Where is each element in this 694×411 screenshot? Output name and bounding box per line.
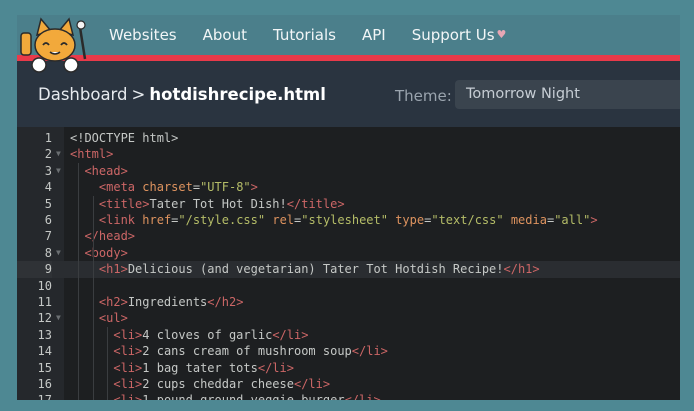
line-number: 2 <box>44 147 52 162</box>
theme-select[interactable]: Tomorrow Night <box>455 80 680 109</box>
line-number: 13 <box>37 327 52 342</box>
code-line[interactable]: 8 ▼ <body> <box>17 245 680 261</box>
code-line[interactable]: 16 <li>2 cups cheddar cheese</li> <box>17 376 680 392</box>
code-line[interactable]: 3 ▼ <head> <box>17 163 680 179</box>
code-text: <li>1 pound ground veggie burger</li> <box>70 392 380 400</box>
code-line[interactable]: 12 ▼ <ul> <box>17 310 680 326</box>
code-line[interactable]: 6 <link href="/style.css" rel="styleshee… <box>17 212 680 228</box>
code-editor[interactable]: 1 <!DOCTYPE html> 2 ▼ <html> 3 ▼ <head> 4 <meta… <box>17 127 680 400</box>
code-text: <html> <box>70 147 114 162</box>
nav-link-support-label: Support Us <box>411 26 495 44</box>
code-text: <link href="/style.css" rel="stylesheet"… <box>98 213 598 227</box>
code-line[interactable]: 9 <h1>Delicious (and vegetarian) Tater T… <box>17 261 680 278</box>
code-text: <!DOCTYPE html> <box>70 131 179 145</box>
nav-links: Websites About Tutorials API Support Us ♥ <box>109 15 506 55</box>
code-line[interactable]: 11 <h2>Ingredients</h2> <box>17 294 680 310</box>
breadcrumb: Dashboard > hotdishrecipe.html <box>38 85 326 104</box>
breadcrumb-dashboard[interactable]: Dashboard <box>38 85 128 104</box>
nav-link-tutorials[interactable]: Tutorials <box>273 26 336 44</box>
line-number: 12 <box>37 311 52 326</box>
line-number: 6 <box>44 213 52 227</box>
top-navbar: Websites About Tutorials API Support Us ♥ <box>17 15 680 55</box>
nav-link-api[interactable]: API <box>362 26 386 44</box>
line-number: 10 <box>37 278 52 293</box>
code-text: </head> <box>84 229 136 244</box>
code-text: <h1>Delicious (and vegetarian) Tater Tot… <box>98 262 540 277</box>
code-text: <li>2 cans cream of mushroom soup</li> <box>113 344 388 359</box>
line-number: 17 <box>17 392 52 400</box>
editor-window: Websites About Tutorials API Support Us ♥… <box>17 15 680 400</box>
code-line[interactable]: 2 ▼ <html> <box>17 146 680 162</box>
line-number: 14 <box>37 344 52 359</box>
heart-icon: ♥ <box>496 28 507 41</box>
nav-link-websites[interactable]: Websites <box>109 26 177 44</box>
line-number: 7 <box>44 229 52 244</box>
code-line[interactable]: 10 <box>17 278 680 294</box>
code-line[interactable]: 13 <li>4 cloves of garlic</li> <box>17 327 680 343</box>
line-number: 5 <box>44 196 52 211</box>
code-text: <li>1 bag tater tots</li> <box>113 360 294 375</box>
line-number: 1 <box>44 131 52 145</box>
fold-toggle-icon[interactable]: ▼ <box>56 163 61 179</box>
fold-toggle-icon[interactable]: ▼ <box>56 310 61 326</box>
theme-label: Theme: <box>395 87 452 105</box>
code-line[interactable]: 4 <meta charset="UTF-8"> <box>17 179 680 195</box>
line-number: 15 <box>37 360 52 375</box>
code-line[interactable]: 15 <li>1 bag tater tots</li> <box>17 360 680 376</box>
code-text: <li>2 cups cheddar cheese</li> <box>113 377 331 391</box>
line-number: 16 <box>37 377 52 391</box>
line-number: 3 <box>44 163 52 178</box>
nav-link-about[interactable]: About <box>203 26 247 44</box>
breadcrumb-file-name: hotdishrecipe.html <box>149 85 326 104</box>
line-number: 9 <box>17 261 52 278</box>
line-number: 4 <box>44 180 52 195</box>
line-number: 11 <box>37 295 52 309</box>
code-text: <h2>Ingredients</h2> <box>98 295 244 309</box>
line-number: 8 <box>44 245 52 260</box>
breadcrumb-separator: > <box>131 85 146 104</box>
indent-guide <box>92 195 94 400</box>
fold-toggle-icon[interactable]: ▼ <box>56 245 61 261</box>
code-text: <title>Tater Tot Hot Dish!</title> <box>98 196 345 211</box>
editor-header-bar: Dashboard > hotdishrecipe.html Theme: Tomo… <box>17 61 680 127</box>
indent-guide <box>107 326 109 400</box>
code-line[interactable]: 14 <li>2 cans cream of mushroom soup</li… <box>17 343 680 359</box>
cat-mascot-icon[interactable] <box>17 15 93 75</box>
code-line[interactable]: 1 <!DOCTYPE html> <box>17 130 680 146</box>
code-text: <meta charset="UTF-8"> <box>98 180 258 195</box>
code-line[interactable]: 7 </head> <box>17 228 680 244</box>
nav-link-support-us[interactable]: Support Us ♥ <box>412 26 507 44</box>
fold-toggle-icon[interactable]: ▼ <box>56 146 61 162</box>
code-line[interactable]: 5 <title>Tater Tot Hot Dish!</title> <box>17 196 680 212</box>
indent-guide <box>78 162 80 400</box>
code-text: <li>4 cloves of garlic</li> <box>113 327 309 342</box>
code-line[interactable]: 17 <li>1 pound ground veggie burger</li> <box>17 392 680 400</box>
